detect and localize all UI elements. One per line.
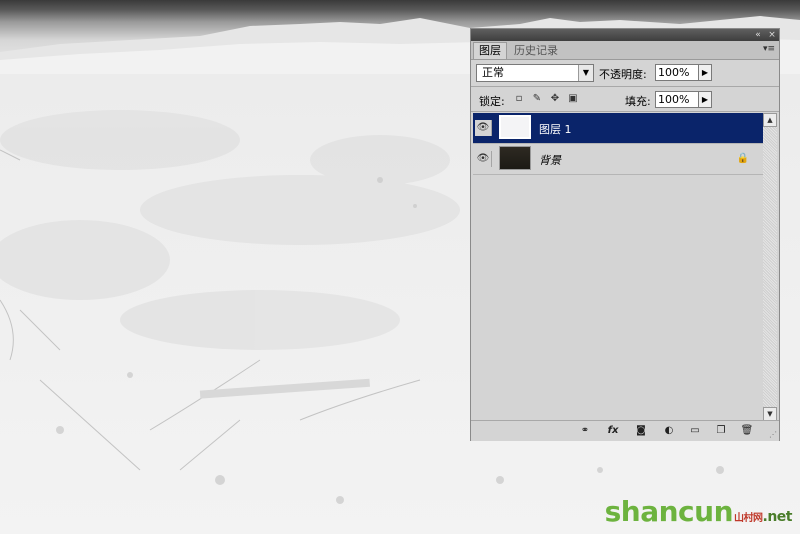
watermark-small: 山村网 — [734, 513, 763, 524]
new-layer-icon[interactable]: ❐ — [713, 424, 729, 438]
chevron-down-icon[interactable]: ▼ — [578, 65, 593, 81]
panel-footer: ⚭ fx ◙ ◐ ▭ ❐ 🗑 ⋰ — [471, 420, 779, 441]
layer-thumbnail — [499, 146, 531, 170]
scroll-up-icon[interactable]: ▲ — [763, 113, 777, 127]
layer-row-background[interactable]: 👁 背景 🔒 — [473, 144, 763, 175]
blend-mode-select[interactable]: 正常 ▼ — [476, 64, 594, 82]
watermark-suffix: .net — [762, 509, 793, 525]
eye-icon[interactable]: 👁 — [475, 151, 492, 167]
layer-name[interactable]: 图层 1 — [539, 121, 572, 137]
layer-thumbnail — [499, 115, 531, 139]
panel-titlebar[interactable]: « × — [471, 29, 779, 41]
resize-grip-icon[interactable]: ⋰ — [769, 430, 777, 439]
fx-icon[interactable]: fx — [605, 424, 621, 438]
opacity-arrow-icon[interactable]: ▶ — [698, 64, 712, 81]
layer-name[interactable]: 背景 — [539, 152, 561, 168]
blend-opacity-row: 正常 ▼ 不透明度: 100% ▶ — [471, 60, 779, 86]
mask-icon[interactable]: ◙ — [633, 424, 649, 438]
tab-history[interactable]: 历史记录 — [509, 43, 563, 59]
opacity-input[interactable]: 100% — [655, 64, 699, 81]
trash-icon[interactable]: 🗑 — [739, 424, 755, 438]
close-icon[interactable]: × — [767, 30, 777, 40]
blend-mode-value: 正常 — [482, 66, 504, 79]
scroll-down-icon[interactable]: ▼ — [763, 407, 777, 421]
tab-layers[interactable]: 图层 — [473, 42, 507, 59]
layer-row-1[interactable]: 👁 图层 1 — [473, 113, 763, 144]
layers-list: 👁 图层 1 👁 背景 🔒 — [473, 113, 763, 421]
opacity-label: 不透明度: — [599, 68, 647, 81]
adjustment-icon[interactable]: ◐ — [661, 424, 677, 438]
layers-panel: « × 图层 历史记录 ▾≡ 正常 ▼ 不透明度: 100% ▶ 锁定: ▫ ✎… — [470, 28, 780, 441]
panel-tabs: 图层 历史记录 ▾≡ — [471, 41, 779, 60]
group-folder-icon[interactable]: ▭ — [687, 424, 703, 438]
collapse-icon[interactable]: « — [753, 30, 763, 40]
eye-icon[interactable]: 👁 — [475, 120, 492, 136]
fill-label: 填充: — [625, 95, 651, 108]
fill-input[interactable]: 100% — [655, 91, 699, 108]
watermark-logo: shancun山村网.net — [604, 495, 793, 528]
transparency-lock-icon[interactable]: ▫ — [513, 93, 525, 105]
fill-arrow-icon[interactable]: ▶ — [698, 91, 712, 108]
lock-label: 锁定: — [479, 95, 505, 108]
divider — [471, 86, 779, 87]
link-icon[interactable]: ⚭ — [577, 424, 593, 438]
divider — [471, 111, 779, 112]
padlock-icon: 🔒 — [736, 153, 749, 164]
layers-scrollbar[interactable]: ▲ ▼ — [763, 113, 777, 421]
watermark-brand: shancun — [604, 495, 734, 528]
panel-menu-icon[interactable]: ▾≡ — [763, 44, 775, 54]
move-lock-icon[interactable]: ✥ — [549, 93, 561, 105]
brush-lock-icon[interactable]: ✎ — [531, 93, 543, 105]
padlock-icon[interactable]: ▣ — [567, 93, 579, 105]
